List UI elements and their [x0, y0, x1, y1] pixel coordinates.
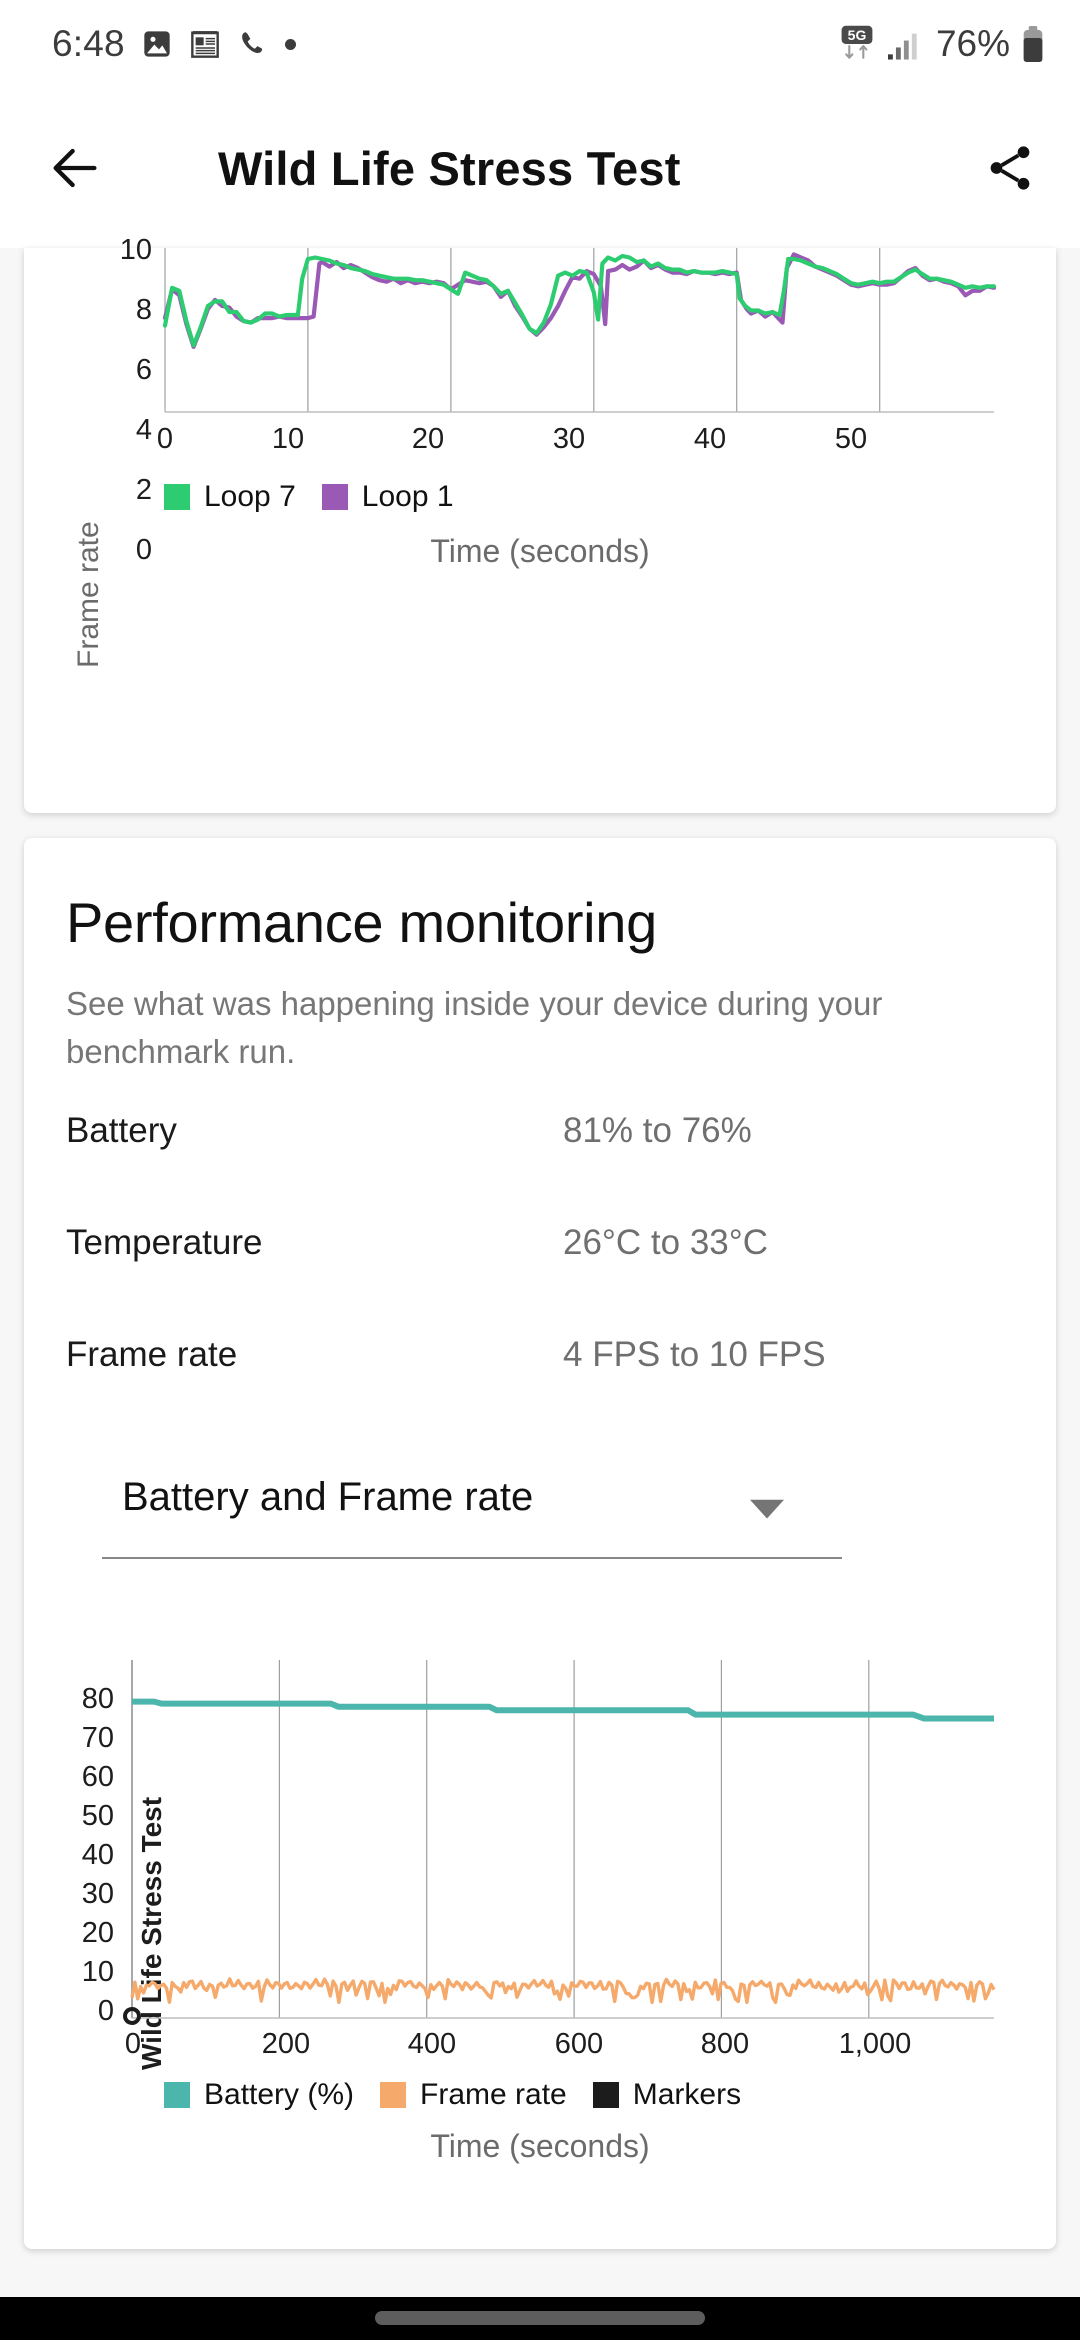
x-tick-label: 20: [411, 423, 445, 455]
legend-label: Loop 1: [361, 480, 454, 513]
legend-item[interactable]: Battery (%): [164, 2078, 354, 2112]
stat-row-frame-rate: Frame rate 4 FPS to 10 FPS: [66, 1335, 1016, 1395]
battery-percent-label: 76%: [935, 23, 1010, 64]
legend-swatch-loop1: [321, 484, 348, 510]
battery-chart-x-title: Time (seconds): [430, 2128, 650, 2164]
legend-label: Loop 7: [204, 480, 296, 513]
app-bar: Wild Life Stress Test: [0, 88, 1080, 248]
legend-item[interactable]: Markers: [592, 2078, 742, 2112]
legend-label: Frame rate: [420, 2078, 567, 2111]
frame-rate-chart: Frame rate 10 8 6 4 2 0 0 10 20 30 40 50…: [24, 234, 1056, 813]
svg-text:5G: 5G: [848, 27, 867, 43]
status-clock: 6:48: [52, 23, 125, 64]
legend-item[interactable]: Loop 7: [164, 480, 296, 514]
scroll-content[interactable]: Frame rate 10 8 6 4 2 0 0 10 20 30 40 50…: [0, 234, 1080, 2297]
x-tick-label: 0: [156, 423, 174, 455]
back-button[interactable]: [0, 139, 150, 197]
frame-rate-plot-area: [162, 248, 997, 413]
phone-icon: [237, 28, 269, 60]
performance-title: Performance monitoring: [66, 891, 657, 954]
metric-dropdown[interactable]: Battery and Frame rate: [102, 1463, 842, 1559]
status-bar: 6:48 5G 76%: [0, 0, 1080, 88]
share-button[interactable]: [940, 141, 1080, 195]
legend-swatch-battery: [164, 2082, 190, 2108]
battery-plot-area: [123, 1660, 996, 2025]
stat-row-battery: Battery 81% to 76%: [66, 1111, 1016, 1171]
arrow-left-icon: [53, 148, 97, 188]
status-bar-left: 6:48: [52, 23, 296, 65]
battery-icon: [1020, 25, 1046, 63]
frame-rate-chart-x-title: Time (seconds): [430, 533, 650, 569]
stat-row-temperature: Temperature 26°C to 33°C: [66, 1223, 1016, 1283]
legend-label: Markers: [632, 2078, 742, 2111]
gesture-pill[interactable]: [375, 2311, 705, 2325]
legend-swatch-loop7: [164, 484, 190, 510]
stat-value: 81% to 76%: [563, 1111, 752, 1150]
performance-subtitle: See what was happening inside your devic…: [66, 985, 883, 1070]
share-icon: [990, 146, 1030, 190]
x-tick-label: 200: [261, 2028, 311, 2060]
calendar-icon: [189, 28, 221, 60]
5g-network-icon: 5G: [836, 23, 878, 65]
stat-value: 26°C to 33°C: [563, 1223, 769, 1262]
stat-value: 4 FPS to 10 FPS: [563, 1335, 826, 1374]
phone-screen: 6:48 5G 76% Wild Life Stress Test Frame …: [0, 0, 1080, 2340]
dot-icon: [284, 38, 296, 50]
stat-key: Frame rate: [66, 1335, 238, 1374]
legend-item[interactable]: Loop 1: [321, 480, 454, 514]
x-tick-label: 40: [693, 423, 727, 455]
legend-swatch-markers: [592, 2082, 619, 2108]
x-tick-label: 10: [271, 423, 305, 455]
frame-rate-chart-legend: Loop 7 Loop 1: [164, 480, 480, 514]
status-bar-right: 5G 76%: [836, 23, 1046, 65]
legend-swatch-frame-rate: [380, 2082, 407, 2108]
chevron-down-icon: [750, 1499, 784, 1526]
signal-bars-icon: [887, 28, 926, 60]
x-tick-label: 50: [834, 423, 868, 455]
stat-key: Temperature: [66, 1223, 263, 1262]
frame-rate-chart-card: Frame rate 10 8 6 4 2 0 0 10 20 30 40 50…: [24, 234, 1056, 813]
x-tick-label: 0: [124, 2028, 142, 2060]
dropdown-underline: [102, 1557, 842, 1559]
battery-chart-legend: Battery (%) Frame rate Markers: [164, 2078, 767, 2112]
performance-monitoring-card: Performance monitoring See what was happ…: [24, 838, 1056, 2249]
x-tick-label: 600: [554, 2028, 604, 2060]
x-tick-label: 1,000: [838, 2028, 912, 2060]
stat-key: Battery: [66, 1111, 177, 1150]
legend-item[interactable]: Frame rate: [380, 2078, 567, 2112]
image-icon: [141, 28, 173, 60]
system-navigation-bar: [0, 2297, 1080, 2340]
legend-label: Battery (%): [204, 2078, 355, 2111]
x-tick-label: 400: [407, 2028, 457, 2060]
metric-dropdown-value: Battery and Frame rate: [122, 1475, 534, 1519]
page-title: Wild Life Stress Test: [218, 141, 681, 195]
battery-frame-rate-chart: Wild Life Stress Test 80 70 60 50 40 30 …: [24, 1638, 1056, 2198]
x-tick-label: 30: [552, 423, 586, 455]
x-tick-label: 800: [700, 2028, 750, 2060]
